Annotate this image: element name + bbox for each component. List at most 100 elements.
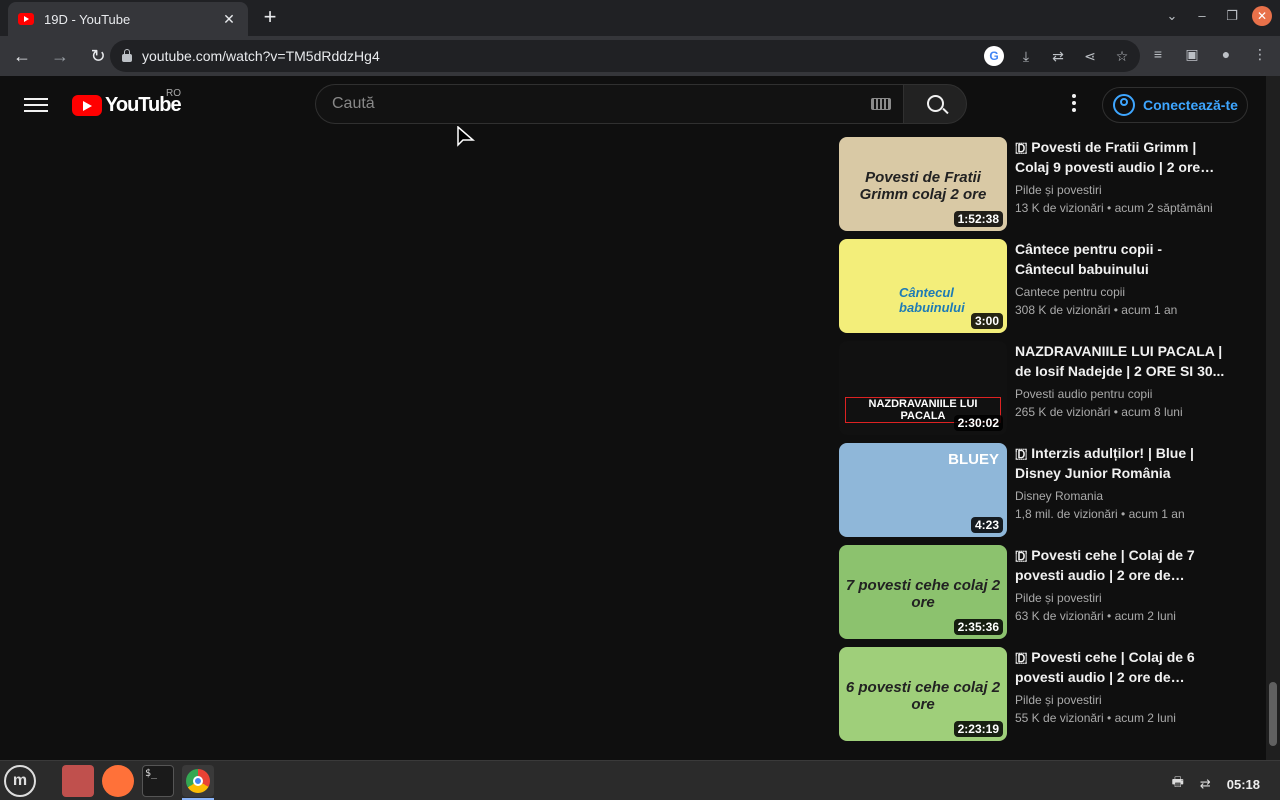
keyboard-icon[interactable] [871,98,891,110]
search-box [315,84,903,124]
tab-search-icon[interactable]: ⌄ [1162,6,1182,26]
video-duration: 3:00 [970,313,1003,329]
translate-icon[interactable]: ⇄ [1048,46,1068,66]
video-stats: 1,8 mil. de vizionări • acum 1 an [1015,505,1225,523]
chrome-icon[interactable] [182,765,214,797]
youtube-logo[interactable]: YouTube RO [72,88,182,117]
youtube-header: YouTube RO Conectează-te [0,76,1266,132]
video-title[interactable]: NAZDRAVANIILE LUI PACALA | de Iosif Nade… [1015,341,1225,381]
thumbnail-text: BLUEY [948,451,999,468]
page-scrollbar[interactable] [1266,76,1280,760]
video-stats: 55 K de vizionări • acum 2 luni [1015,709,1225,727]
bookmark-star-icon[interactable]: ☆ [1112,46,1132,66]
back-button[interactable]: ← [6,40,38,72]
browser-menu-icon[interactable]: ⋮ [1250,44,1270,64]
video-title[interactable]: Cântece pentru copii - Cântecul babuinul… [1015,239,1225,279]
share-icon[interactable]: ⋖ [1080,46,1100,66]
video-item[interactable]: Cântecul babuinului 3:00 Cântece pentru co… [839,239,1229,341]
firefox-icon[interactable] [102,765,134,797]
youtube-play-icon [72,95,102,116]
settings-more-icon[interactable] [1064,92,1084,116]
video-meta: 🇩 Povesti de Fratii Grimm | Colaj 9 pove… [1015,137,1225,217]
video-meta: Cântece pentru copii - Cântecul babuinul… [1015,239,1225,319]
video-thumbnail[interactable]: NAZDRAVANIILE LUI PACALA 2:30:02 [839,341,1007,435]
side-panel-icon[interactable]: ▣ [1182,44,1202,64]
view-count: 1,8 mil. de vizionări [1015,507,1118,521]
video-item[interactable]: 6 povesti cehe colaj 2 ore 2:23:19 🇩 Poves… [839,647,1229,749]
lock-icon[interactable] [122,49,132,62]
video-title[interactable]: 🇩 Povesti cehe | Colaj de 6 povesti audi… [1015,647,1225,687]
search-button[interactable] [903,84,967,124]
video-duration: 2:23:19 [953,721,1003,737]
view-count: 63 K de vizionări [1015,609,1104,623]
upload-age: acum 1 an [1121,303,1178,317]
stats-separator: • [1110,303,1122,317]
network-icon[interactable]: ⇄ [1200,776,1211,792]
video-thumbnail[interactable]: Cântecul babuinului 3:00 [839,239,1007,333]
channel-name[interactable]: Pilde și povestiri [1015,181,1225,199]
view-count: 308 K de vizionări [1015,303,1111,317]
maximize-icon[interactable]: ❐ [1222,6,1242,26]
upload-age: acum 2 săptămâni [1114,201,1213,215]
upload-age: acum 2 luni [1114,711,1176,725]
video-duration: 2:35:36 [953,619,1003,635]
clock[interactable]: 05:18 [1227,777,1260,792]
channel-name[interactable]: Povesti audio pentru copii [1015,385,1225,403]
video-item[interactable]: Povesti de Fratii Grimm colaj 2 ore 1:52:… [839,137,1229,239]
stats-separator: • [1110,405,1122,419]
mint-menu-icon[interactable]: m [4,765,36,797]
minimize-icon[interactable]: – [1192,6,1212,26]
thumbnail-text: Povesti de Fratii Grimm colaj 2 ore [859,169,987,203]
video-thumbnail[interactable]: 7 povesti cehe colaj 2 ore 2:35:36 [839,545,1007,639]
browser-toolbar: ← → ↻ youtube.com/watch?v=TM5dRddzHg4 G … [0,36,1280,76]
new-tab-button[interactable]: + [258,5,282,29]
url-text[interactable]: youtube.com/watch?v=TM5dRddzHg4 [142,48,380,64]
video-item[interactable]: BLUEY 4:23 🇩 Interzis adulților! | Blue | … [839,443,1229,545]
sign-in-label: Conectează-te [1143,97,1238,113]
youtube-favicon-icon [18,13,34,25]
video-item[interactable]: NAZDRAVANIILE LUI PACALA 2:30:02 NAZDRAVAN… [839,341,1229,443]
upload-age: acum 8 luni [1121,405,1183,419]
stats-separator: • [1103,201,1115,215]
thumbnail-text: 7 povesti cehe colaj 2 ore [845,577,1001,611]
profile-icon[interactable]: ● [1216,44,1236,64]
window-controls: ⌄ – ❐ ✕ [1162,6,1272,26]
video-duration: 2:30:02 [953,415,1003,431]
tab-close-icon[interactable]: ✕ [220,11,238,28]
video-thumbnail[interactable]: Povesti de Fratii Grimm colaj 2 ore 1:52:… [839,137,1007,231]
menu-hamburger-icon[interactable] [24,94,48,114]
channel-name[interactable]: Disney Romania [1015,487,1225,505]
video-duration: 4:23 [970,517,1003,533]
video-title[interactable]: 🇩 Povesti cehe | Colaj de 7 povesti audi… [1015,545,1225,585]
address-bar[interactable]: youtube.com/watch?v=TM5dRddzHg4 G ⤓ ⇄ ⋖ … [110,40,1140,72]
video-meta: 🇩 Povesti cehe | Colaj de 6 povesti audi… [1015,647,1225,727]
forward-button[interactable]: → [44,40,76,72]
search-input[interactable] [332,95,871,113]
video-thumbnail[interactable]: 6 povesti cehe colaj 2 ore 2:23:19 [839,647,1007,741]
sign-in-button[interactable]: Conectează-te [1102,87,1248,123]
thumbnail-text: 6 povesti cehe colaj 2 ore [845,679,1001,713]
os-taskbar: m $_ 🖶 ⇄ 05:18 [0,760,1280,800]
stats-separator: • [1103,711,1115,725]
terminal-icon[interactable]: $_ [142,765,174,797]
video-item[interactable]: 7 povesti cehe colaj 2 ore 2:35:36 🇩 Poves… [839,545,1229,647]
browser-tabstrip: 19D - YouTube ✕ + ⌄ – ❐ ✕ [0,0,1280,36]
video-title[interactable]: 🇩 Interzis adulților! | Blue | Disney Ju… [1015,443,1225,483]
video-title[interactable]: 🇩 Povesti de Fratii Grimm | Colaj 9 pove… [1015,137,1225,177]
channel-name[interactable]: Pilde și povestiri [1015,691,1225,709]
install-app-icon[interactable]: ⤓ [1016,46,1036,66]
printer-icon[interactable]: 🖶 [1172,773,1184,795]
google-lens-icon[interactable]: G [984,46,1004,66]
scrollbar-thumb[interactable] [1269,682,1277,746]
close-window-icon[interactable]: ✕ [1252,6,1272,26]
channel-name[interactable]: Pilde și povestiri [1015,589,1225,607]
video-stats: 63 K de vizionări • acum 2 luni [1015,607,1225,625]
browser-tab[interactable]: 19D - YouTube ✕ [8,2,248,36]
media-control-icon[interactable]: ≡ [1148,44,1168,64]
view-count: 55 K de vizionări [1015,711,1104,725]
channel-name[interactable]: Cantece pentru copii [1015,283,1225,301]
thumbnail-text: Cântecul babuinului [899,285,965,315]
video-thumbnail[interactable]: BLUEY 4:23 [839,443,1007,537]
stats-separator: • [1117,507,1129,521]
files-folder-icon[interactable] [62,765,94,797]
